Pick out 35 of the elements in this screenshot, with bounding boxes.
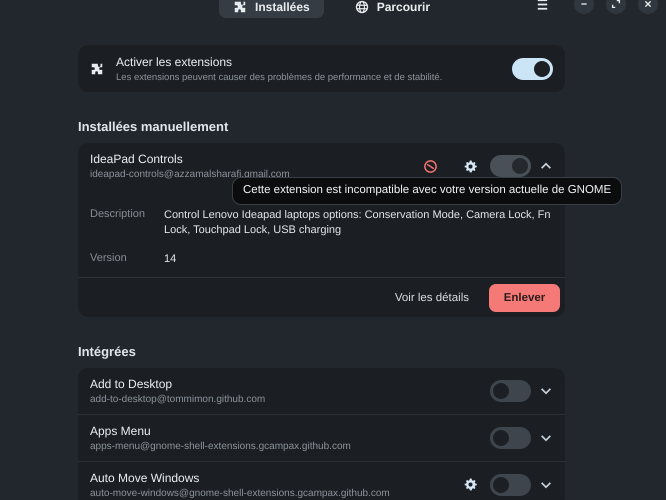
tooltip: Cette extension est incompatible avec votre version actuelle de GNOME [232,177,622,205]
toggle-switch[interactable] [490,380,531,402]
extension-id: add-to-desktop@tommimon.github.com [90,394,266,405]
close-button[interactable] [638,0,658,14]
maximize-button[interactable] [606,0,626,14]
puzzle-icon [90,62,104,76]
close-icon [642,0,654,10]
detail-label: Description [90,208,146,222]
globe-icon [354,0,369,14]
extension-row[interactable]: Add to Desktop add-to-desktop@tommimon.github.com [78,368,565,414]
setting-title: Activer les extensions [116,54,234,68]
menu-icon[interactable] [535,0,550,12]
extension-row[interactable]: Apps Menu apps-menu@gnome-shell-extensions.gcampax.github.com [78,414,565,461]
puzzle-icon [233,0,247,14]
extension-name: Apps Menu [90,424,152,438]
extension-name: Auto Move Windows [90,470,200,485]
extension-id: ideapad-controls@azzamalsharafi.gmail.com [90,169,291,180]
extension-name: Add to Desktop [90,376,174,391]
extension-name: IdeaPad Controls [90,152,184,166]
tab[interactable]: Parcourir [340,0,444,18]
detail-value: 14 [164,252,178,267]
minimize-button[interactable] [574,0,594,14]
toggle-switch[interactable] [512,58,553,80]
detail-value: Control Lenovo Ideapad laptops options: Conservation Mode, Camera Lock, Fn Lock, Touchpad Lock, USB charging [164,208,552,238]
maximize-icon [610,0,622,10]
tab[interactable]: Installées [219,0,324,18]
toggle-switch[interactable] [490,474,531,496]
setting-subtitle: Les extensions peuvent causer des problèmes de performance et de stabilité. [116,72,444,82]
section-heading: Installées manuellement [78,119,230,134]
detail-label: Version [90,252,128,266]
extension-id: apps-menu@gnome-shell-extensions.gcampax.github.com [90,440,352,452]
toggle-switch[interactable] [490,426,531,449]
section-heading: Intégrées [78,344,137,359]
extension-id: auto-move-windows@gnome-shell-extensions.gcampax.github.com [90,488,391,499]
extension-row[interactable]: Auto Move Windows auto-move-windows@gnome-shell-extensions.gcampax.github.com [78,462,565,500]
